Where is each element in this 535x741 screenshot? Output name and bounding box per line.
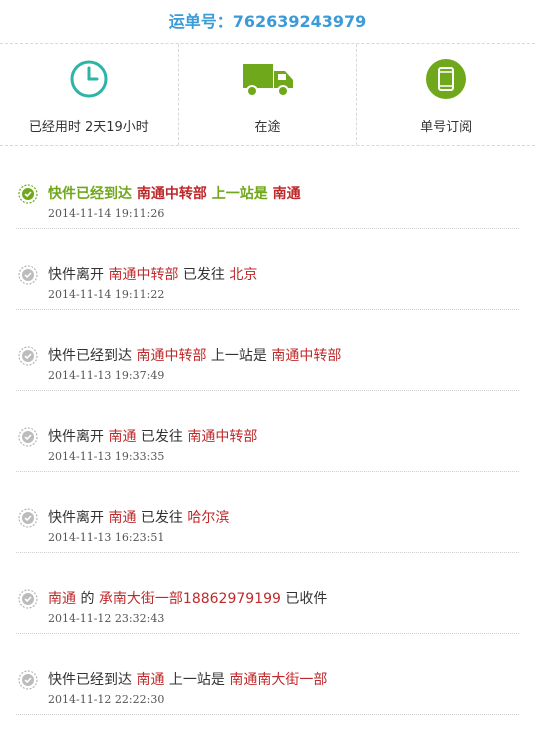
location-text: 北京: [229, 267, 258, 283]
location-text: 哈尔滨: [187, 510, 230, 526]
event-text: 的: [76, 591, 99, 607]
check-circle-icon: [18, 508, 38, 528]
event-timestamp: 2014-11-14 19:11:26: [48, 207, 165, 220]
event-timestamp: 2014-11-12 22:22:30: [48, 693, 165, 706]
event-description: 快件已经到达 南通中转部 上一站是 南通中转部: [48, 345, 341, 365]
event-timestamp: 2014-11-14 19:11:22: [48, 288, 165, 301]
timeline-item: 南通 的 承南大街一部18862979199 已收件 2014-11-12 23:…: [16, 552, 519, 634]
elapsed-time-label: 已经用时 2天19小时: [28, 120, 149, 135]
location-text: 南通中转部: [108, 267, 179, 283]
latest-check-icon: [18, 184, 38, 204]
event-description: 快件已经到达 南通中转部 上一站是 南通: [48, 183, 301, 203]
location-text: 南通中转部: [136, 348, 207, 364]
event-text: 快件已经到达: [48, 672, 137, 688]
elapsed-time-stat: 已经用时 2天19小时: [0, 44, 178, 145]
waybill-number: 762639243979: [232, 12, 367, 31]
check-circle-icon: [18, 589, 38, 609]
event-text: 快件离开: [48, 267, 109, 283]
timeline-item: 快件离开 南通 已发往 哈尔滨 2014-11-13 16:23:51: [16, 471, 519, 553]
location-text: 南通: [48, 591, 76, 607]
event-text: 已发往: [136, 510, 188, 526]
event-text: 快件离开: [48, 429, 109, 445]
timeline-item: 快件离开 南通 已发往 南通中转部 2014-11-13 19:33:35: [16, 390, 519, 472]
location-text: 南通中转部: [187, 429, 258, 445]
event-description: 快件离开 南通 已发往 南通中转部: [48, 426, 257, 446]
location-text: 南通: [136, 672, 165, 688]
location-text: 承南大街一部18862979199: [98, 591, 281, 607]
event-text: 快件离开: [48, 510, 109, 526]
timeline-item: 快件已经到达 南通中转部 上一站是 南通 2014-11-14 19:11:26: [16, 147, 519, 229]
timeline-item: 快件离开 南通中转部 已发往 北京 2014-11-14 19:11:22: [16, 228, 519, 310]
subscribe-stat[interactable]: 单号订阅: [356, 44, 535, 145]
event-description: 快件离开 南通 已发往 哈尔滨: [48, 507, 229, 527]
phone-icon[interactable]: [425, 58, 467, 100]
event-description: 快件离开 南通中转部 已发往 北京: [48, 264, 257, 284]
check-circle-icon: [18, 670, 38, 690]
truck-icon: [242, 64, 293, 97]
location-text: 南通南大街一部: [229, 672, 328, 688]
event-text: 已收件: [280, 591, 328, 607]
event-timestamp: 2014-11-13 16:23:51: [48, 531, 165, 544]
event-timestamp: 2014-11-13 19:33:35: [48, 450, 165, 463]
location-text: 南通: [272, 186, 301, 202]
event-text: 快件已经到达: [48, 348, 137, 364]
in-transit-label: 在途: [254, 120, 281, 135]
in-transit-stat: 在途: [177, 44, 357, 145]
timeline-item: 快件已经到达 南通中转部 上一站是 南通中转部 2014-11-13 19:37:…: [16, 309, 519, 391]
waybill-label: 运单号：: [168, 12, 233, 31]
check-circle-icon: [18, 427, 38, 447]
event-description: 快件已经到达 南通 上一站是 南通南大街一部: [48, 669, 327, 689]
summary-bar: 已经用时 2天19小时 在途 单号订阅: [0, 44, 535, 146]
location-text: 南通中转部: [136, 186, 207, 202]
timeline-item: 快件已经到达 南通 上一站是 南通南大街一部 2014-11-12 22:22:3…: [16, 633, 519, 715]
event-timestamp: 2014-11-13 19:37:49: [48, 369, 165, 382]
event-text: 已发往: [178, 267, 230, 283]
waybill-header: 运单号：762639243979: [0, 0, 535, 44]
event-text: 上一站是: [164, 672, 230, 688]
event-description: 南通 的 承南大街一部18862979199 已收件: [48, 588, 327, 608]
event-text: 上一站是: [206, 348, 272, 364]
event-text: 上一站是: [206, 186, 273, 202]
location-text: 南通: [108, 510, 137, 526]
location-text: 南通中转部: [271, 348, 342, 364]
event-timestamp: 2014-11-12 23:32:43: [48, 612, 165, 625]
event-text: 快件已经到达: [48, 186, 137, 202]
subscribe-label[interactable]: 单号订阅: [357, 116, 535, 135]
event-text: 已发往: [136, 429, 188, 445]
location-text: 南通: [108, 429, 137, 445]
check-circle-icon: [18, 346, 38, 366]
clock-icon: [70, 60, 108, 98]
check-circle-icon: [18, 265, 38, 285]
